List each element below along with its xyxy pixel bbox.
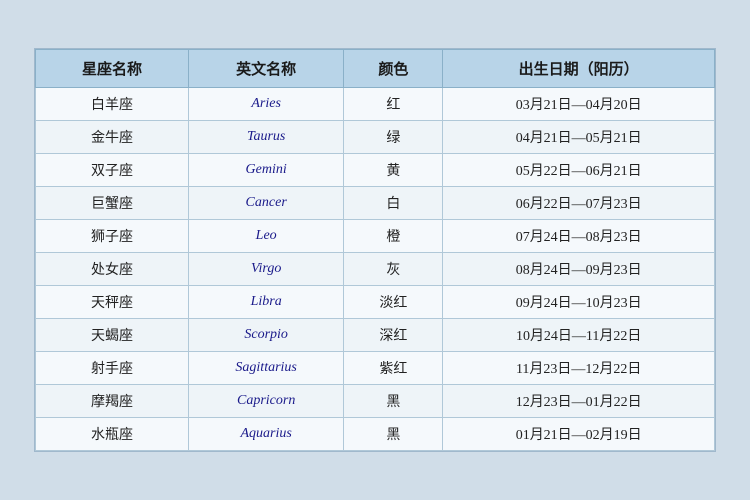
cell-dates: 11月23日—12月22日 <box>443 352 715 385</box>
cell-color: 红 <box>344 88 443 121</box>
table-row: 金牛座Taurus绿04月21日—05月21日 <box>36 121 715 154</box>
zodiac-table: 星座名称 英文名称 颜色 出生日期（阳历） 白羊座Aries红03月21日—04… <box>35 49 715 451</box>
cell-color: 灰 <box>344 253 443 286</box>
cell-color: 深红 <box>344 319 443 352</box>
cell-english: Sagittarius <box>188 352 344 385</box>
cell-english: Aries <box>188 88 344 121</box>
cell-chinese: 天蝎座 <box>36 319 189 352</box>
cell-dates: 01月21日—02月19日 <box>443 418 715 451</box>
header-row: 星座名称 英文名称 颜色 出生日期（阳历） <box>36 50 715 88</box>
table-row: 天秤座Libra淡红09月24日—10月23日 <box>36 286 715 319</box>
cell-color: 紫红 <box>344 352 443 385</box>
cell-color: 白 <box>344 187 443 220</box>
cell-english: Virgo <box>188 253 344 286</box>
cell-dates: 05月22日—06月21日 <box>443 154 715 187</box>
table-header: 星座名称 英文名称 颜色 出生日期（阳历） <box>36 50 715 88</box>
cell-english: Cancer <box>188 187 344 220</box>
table-body: 白羊座Aries红03月21日—04月20日金牛座Taurus绿04月21日—0… <box>36 88 715 451</box>
cell-english: Taurus <box>188 121 344 154</box>
cell-dates: 08月24日—09月23日 <box>443 253 715 286</box>
cell-color: 橙 <box>344 220 443 253</box>
cell-chinese: 金牛座 <box>36 121 189 154</box>
cell-dates: 07月24日—08月23日 <box>443 220 715 253</box>
cell-english: Leo <box>188 220 344 253</box>
cell-english: Libra <box>188 286 344 319</box>
cell-english: Capricorn <box>188 385 344 418</box>
col-header-english: 英文名称 <box>188 50 344 88</box>
cell-english: Aquarius <box>188 418 344 451</box>
cell-dates: 09月24日—10月23日 <box>443 286 715 319</box>
cell-chinese: 狮子座 <box>36 220 189 253</box>
table-row: 狮子座Leo橙07月24日—08月23日 <box>36 220 715 253</box>
cell-chinese: 水瓶座 <box>36 418 189 451</box>
cell-dates: 04月21日—05月21日 <box>443 121 715 154</box>
cell-color: 黑 <box>344 385 443 418</box>
cell-chinese: 处女座 <box>36 253 189 286</box>
cell-chinese: 摩羯座 <box>36 385 189 418</box>
cell-dates: 12月23日—01月22日 <box>443 385 715 418</box>
cell-color: 黑 <box>344 418 443 451</box>
table-row: 白羊座Aries红03月21日—04月20日 <box>36 88 715 121</box>
table-row: 双子座Gemini黄05月22日—06月21日 <box>36 154 715 187</box>
table-row: 巨蟹座Cancer白06月22日—07月23日 <box>36 187 715 220</box>
table-row: 摩羯座Capricorn黑12月23日—01月22日 <box>36 385 715 418</box>
zodiac-table-wrapper: 星座名称 英文名称 颜色 出生日期（阳历） 白羊座Aries红03月21日—04… <box>34 48 716 452</box>
cell-dates: 10月24日—11月22日 <box>443 319 715 352</box>
cell-chinese: 巨蟹座 <box>36 187 189 220</box>
cell-chinese: 双子座 <box>36 154 189 187</box>
cell-dates: 03月21日—04月20日 <box>443 88 715 121</box>
cell-dates: 06月22日—07月23日 <box>443 187 715 220</box>
cell-color: 淡红 <box>344 286 443 319</box>
cell-english: Scorpio <box>188 319 344 352</box>
cell-chinese: 射手座 <box>36 352 189 385</box>
cell-color: 黄 <box>344 154 443 187</box>
table-row: 天蝎座Scorpio深红10月24日—11月22日 <box>36 319 715 352</box>
cell-english: Gemini <box>188 154 344 187</box>
col-header-dates: 出生日期（阳历） <box>443 50 715 88</box>
table-row: 处女座Virgo灰08月24日—09月23日 <box>36 253 715 286</box>
cell-chinese: 白羊座 <box>36 88 189 121</box>
col-header-color: 颜色 <box>344 50 443 88</box>
col-header-chinese: 星座名称 <box>36 50 189 88</box>
cell-chinese: 天秤座 <box>36 286 189 319</box>
table-row: 射手座Sagittarius紫红11月23日—12月22日 <box>36 352 715 385</box>
table-row: 水瓶座Aquarius黑01月21日—02月19日 <box>36 418 715 451</box>
cell-color: 绿 <box>344 121 443 154</box>
